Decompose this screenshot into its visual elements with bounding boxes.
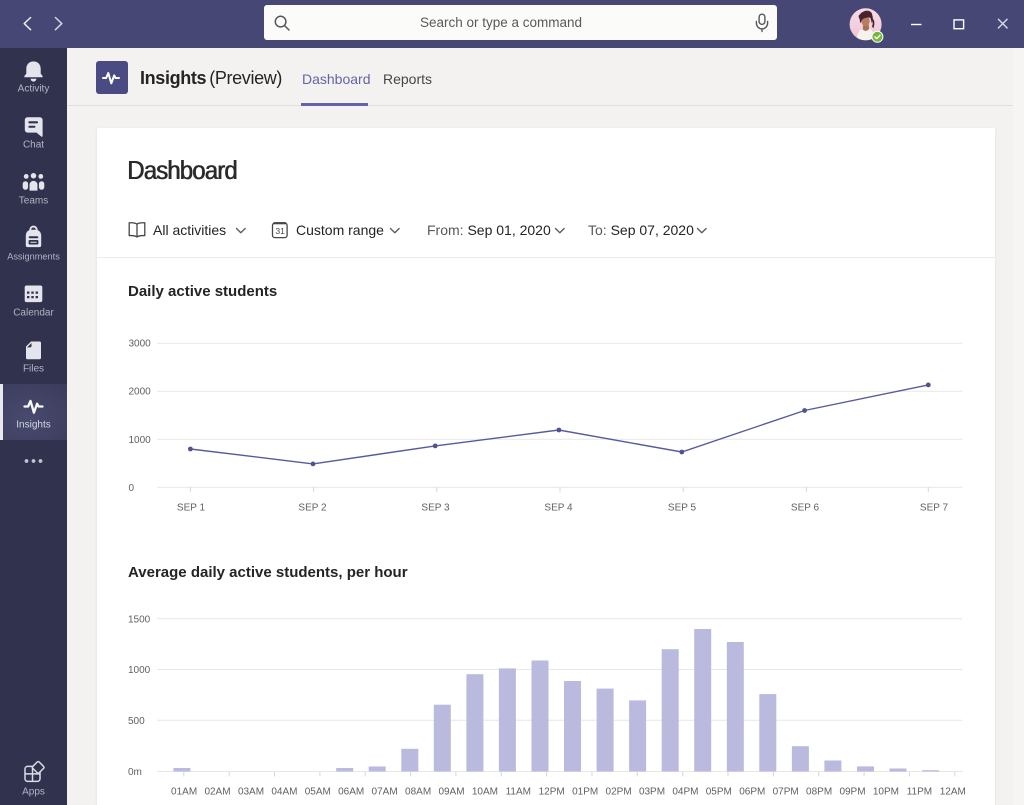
svg-text:08PM: 08PM (806, 787, 832, 798)
svg-text:10PM: 10PM (873, 787, 899, 798)
svg-text:04AM: 04AM (271, 787, 297, 798)
svg-text:12PM: 12PM (539, 787, 565, 798)
svg-text:SEP 2: SEP 2 (298, 503, 327, 514)
svg-text:09AM: 09AM (438, 787, 464, 798)
svg-text:01AM: 01AM (171, 787, 197, 798)
svg-text:05PM: 05PM (706, 787, 732, 798)
svg-text:Chat: Chat (23, 140, 44, 151)
svg-text:Files: Files (23, 364, 44, 375)
svg-text:03AM: 03AM (238, 787, 264, 798)
svg-text:Calendar: Calendar (13, 308, 54, 319)
svg-text:SEP 6: SEP 6 (791, 503, 820, 514)
svg-text:11PM: 11PM (907, 787, 932, 798)
svg-text:2000: 2000 (129, 387, 152, 398)
svg-text:31: 31 (275, 226, 285, 236)
svg-text:Insights: Insights (16, 420, 50, 431)
svg-text:05AM: 05AM (305, 787, 331, 798)
svg-text:500: 500 (128, 716, 145, 727)
svg-text:Teams: Teams (19, 196, 48, 207)
svg-text:06AM: 06AM (338, 787, 364, 798)
svg-text:02PM: 02PM (606, 787, 632, 798)
svg-text:SEP 5: SEP 5 (668, 503, 697, 514)
svg-text:07PM: 07PM (773, 787, 799, 798)
svg-text:SEP 1: SEP 1 (177, 503, 206, 514)
svg-text:09PM: 09PM (839, 787, 865, 798)
svg-text:1000: 1000 (129, 435, 152, 446)
svg-text:SEP 3: SEP 3 (421, 503, 450, 514)
svg-text:SEP 4: SEP 4 (544, 503, 573, 514)
svg-text:04PM: 04PM (672, 787, 698, 798)
svg-text:1000: 1000 (128, 665, 151, 676)
svg-text:3000: 3000 (129, 339, 152, 350)
svg-text:01PM: 01PM (572, 787, 598, 798)
svg-text:08AM: 08AM (405, 787, 431, 798)
svg-text:06PM: 06PM (739, 787, 765, 798)
svg-text:03PM: 03PM (639, 787, 665, 798)
svg-text:02AM: 02AM (204, 787, 230, 798)
svg-text:Activity: Activity (18, 84, 50, 95)
svg-text:SEP 7: SEP 7 (920, 503, 949, 514)
svg-text:0: 0 (129, 483, 135, 494)
svg-text:07AM: 07AM (372, 787, 398, 798)
svg-text:1500: 1500 (128, 614, 151, 625)
svg-text:10AM: 10AM (472, 787, 498, 798)
svg-text:11AM: 11AM (506, 787, 531, 798)
svg-text:12AM: 12AM (940, 787, 966, 798)
svg-text:Apps: Apps (22, 787, 45, 798)
svg-text:0m: 0m (128, 767, 142, 778)
svg-text:Assignments: Assignments (7, 252, 60, 262)
